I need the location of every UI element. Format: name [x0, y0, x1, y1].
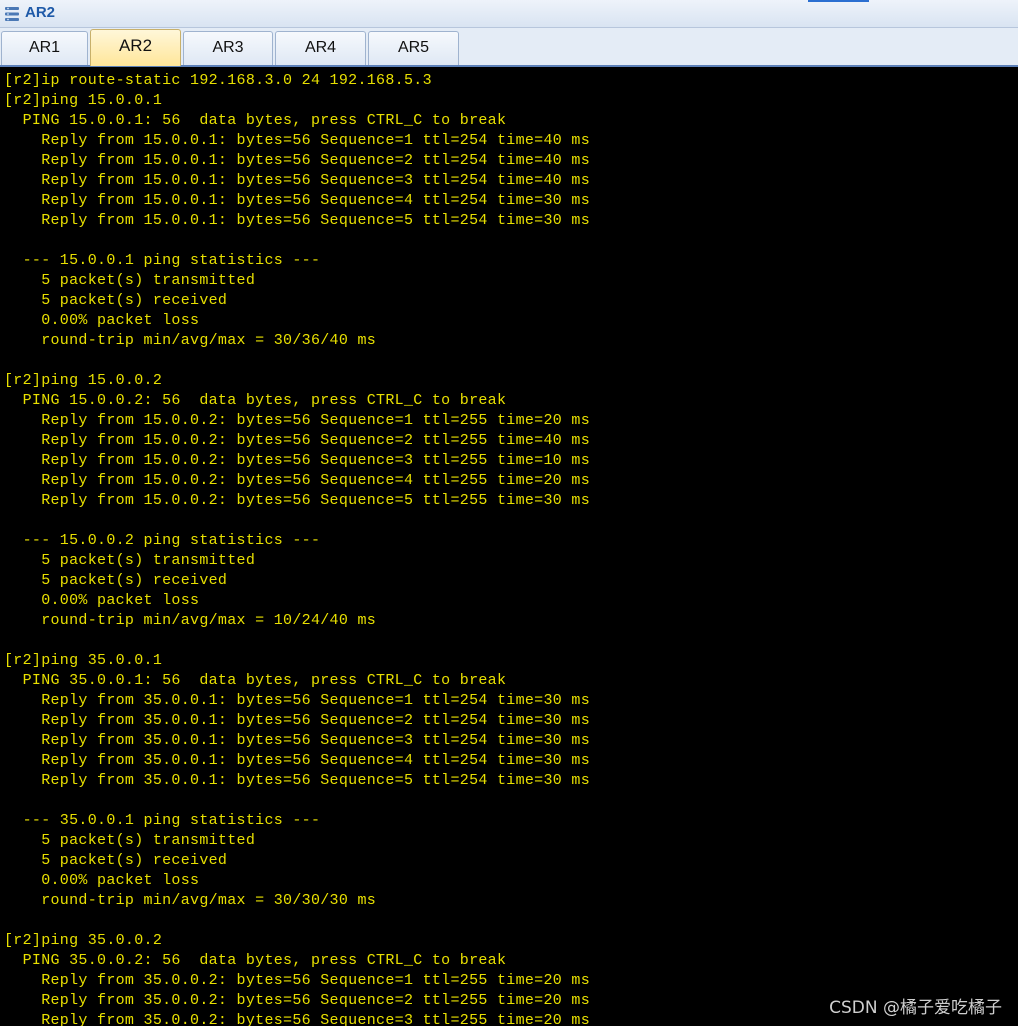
terminal-line: Reply from 15.0.0.2: bytes=56 Sequence=4… [4, 472, 590, 489]
tab-ar4[interactable]: AR4 [275, 31, 366, 65]
terminal-line: PING 15.0.0.2: 56 data bytes, press CTRL… [4, 392, 507, 409]
terminal-line: [r2]ping 35.0.0.1 [4, 652, 163, 669]
terminal-line: PING 35.0.0.1: 56 data bytes, press CTRL… [4, 672, 507, 689]
terminal-line: [r2]ip route-static 192.168.3.0 24 192.1… [4, 72, 432, 89]
tab-ar2[interactable]: AR2 [90, 29, 181, 66]
terminal-line: Reply from 35.0.0.1: bytes=56 Sequence=1… [4, 692, 590, 709]
tab-ar3[interactable]: AR3 [183, 31, 273, 65]
terminal-line: 5 packet(s) received [4, 572, 228, 589]
terminal-line: [r2]ping 15.0.0.2 [4, 372, 163, 389]
terminal-console[interactable]: [r2]ip route-static 192.168.3.0 24 192.1… [0, 67, 1018, 1026]
tab-ar5[interactable]: AR5 [368, 31, 459, 65]
terminal-line: Reply from 35.0.0.1: bytes=56 Sequence=4… [4, 752, 590, 769]
terminal-line: 0.00% packet loss [4, 312, 200, 329]
terminal-line: Reply from 35.0.0.2: bytes=56 Sequence=1… [4, 972, 590, 989]
window-titlebar: AR2 [0, 0, 1018, 28]
terminal-line: 5 packet(s) received [4, 852, 228, 869]
tab-ar1[interactable]: AR1 [1, 31, 88, 65]
terminal-line: 5 packet(s) received [4, 292, 228, 309]
terminal-line: Reply from 15.0.0.2: bytes=56 Sequence=1… [4, 412, 590, 429]
terminal-line: [r2]ping 15.0.0.1 [4, 92, 163, 109]
terminal-line: --- 35.0.0.1 ping statistics --- [4, 812, 321, 829]
terminal-line: 5 packet(s) transmitted [4, 552, 256, 569]
terminal-line: 0.00% packet loss [4, 592, 200, 609]
terminal-line: Reply from 15.0.0.1: bytes=56 Sequence=2… [4, 152, 590, 169]
terminal-line: [r2]ping 35.0.0.2 [4, 932, 163, 949]
terminal-line: PING 35.0.0.2: 56 data bytes, press CTRL… [4, 952, 507, 969]
terminal-line: Reply from 15.0.0.2: bytes=56 Sequence=2… [4, 432, 590, 449]
network-device-icon [5, 7, 19, 21]
terminal-line: round-trip min/avg/max = 30/36/40 ms [4, 332, 377, 349]
terminal-line: Reply from 35.0.0.1: bytes=56 Sequence=3… [4, 732, 590, 749]
terminal-line: Reply from 15.0.0.2: bytes=56 Sequence=3… [4, 452, 590, 469]
titlebar-accent [808, 0, 869, 2]
terminal-line: round-trip min/avg/max = 30/30/30 ms [4, 892, 377, 909]
terminal-line: Reply from 35.0.0.1: bytes=56 Sequence=5… [4, 772, 590, 789]
terminal-line: Reply from 15.0.0.1: bytes=56 Sequence=3… [4, 172, 590, 189]
terminal-line: 5 packet(s) transmitted [4, 832, 256, 849]
watermark: CSDN @橘子爱吃橘子 [829, 998, 1002, 1018]
window-title: AR2 [25, 4, 56, 21]
terminal-line: PING 15.0.0.1: 56 data bytes, press CTRL… [4, 112, 507, 129]
terminal-line: Reply from 15.0.0.1: bytes=56 Sequence=5… [4, 212, 590, 229]
terminal-line: Reply from 15.0.0.2: bytes=56 Sequence=5… [4, 492, 590, 509]
terminal-line: 0.00% packet loss [4, 872, 200, 889]
device-tab-strip: AR1 AR2 AR3 AR4 AR5 [0, 28, 1018, 67]
terminal-line: --- 15.0.0.1 ping statistics --- [4, 252, 321, 269]
terminal-line: Reply from 35.0.0.1: bytes=56 Sequence=2… [4, 712, 590, 729]
terminal-line: 5 packet(s) transmitted [4, 272, 256, 289]
terminal-line: round-trip min/avg/max = 10/24/40 ms [4, 612, 377, 629]
terminal-line: Reply from 15.0.0.1: bytes=56 Sequence=1… [4, 132, 590, 149]
terminal-line: --- 15.0.0.2 ping statistics --- [4, 532, 321, 549]
terminal-line: Reply from 15.0.0.1: bytes=56 Sequence=4… [4, 192, 590, 209]
